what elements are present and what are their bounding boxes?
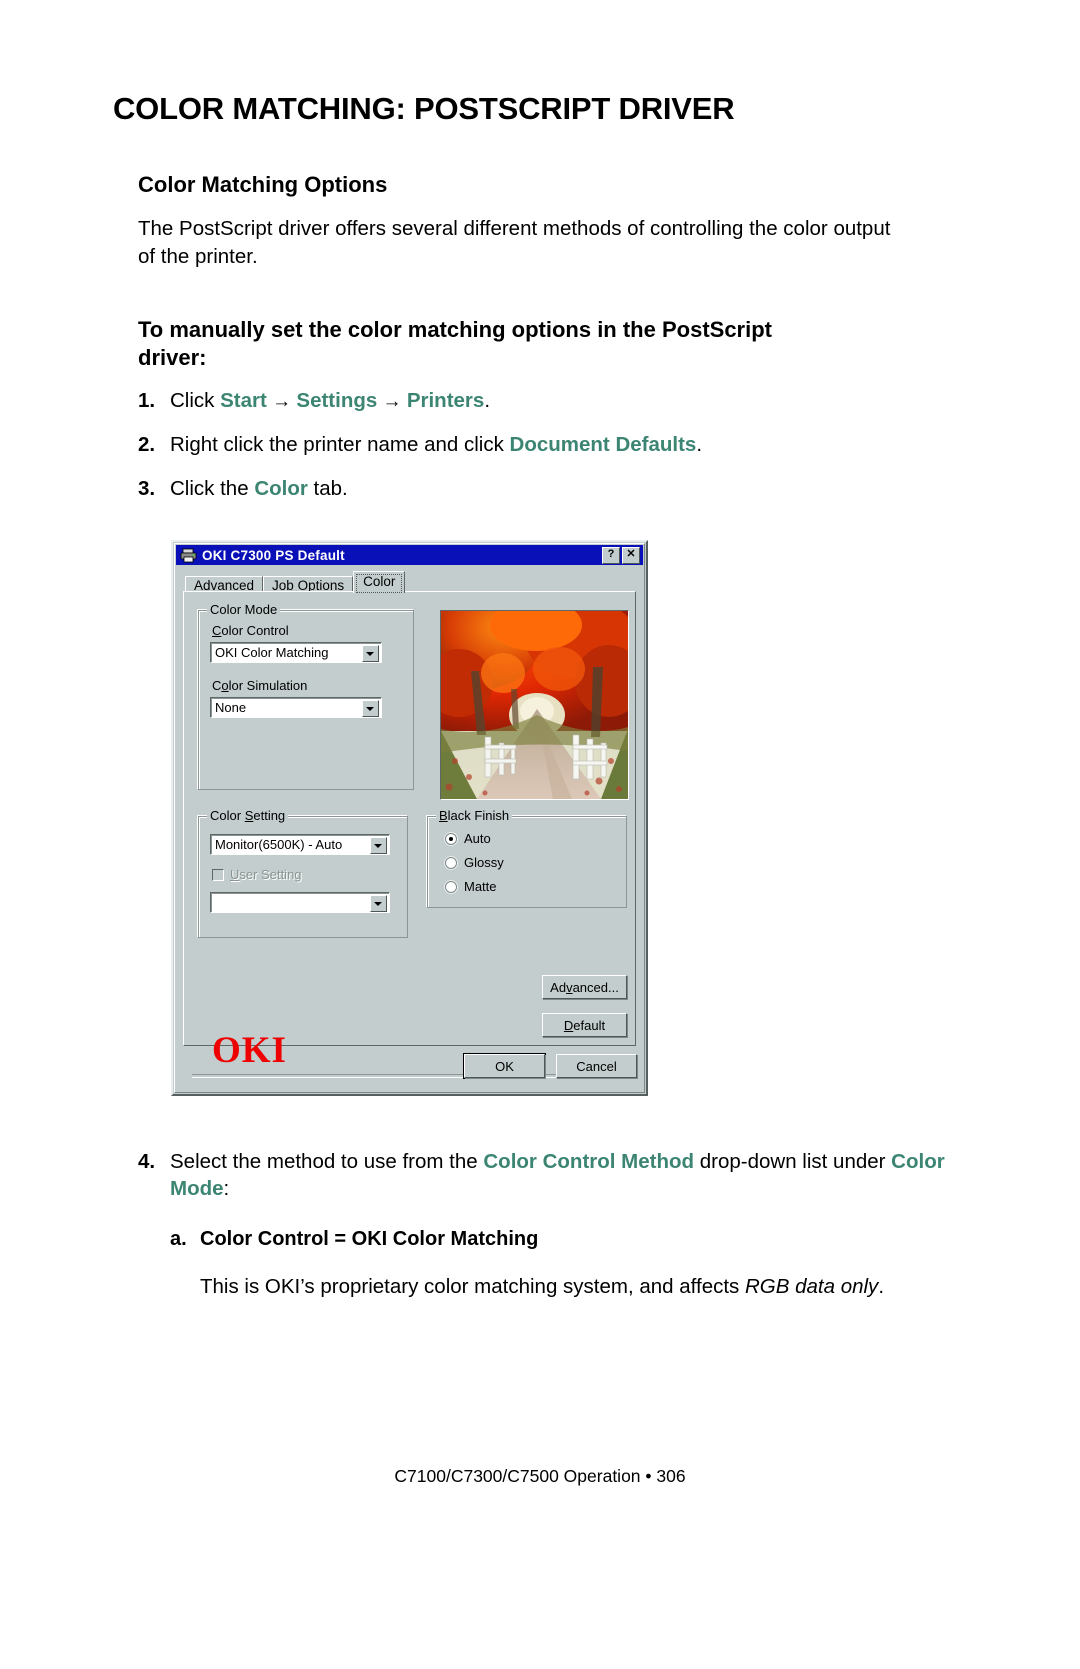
substep-a: a. Color Control = OKI Color Matching <box>170 1228 993 1251</box>
paragraph-fragment: . <box>878 1274 885 1298</box>
step-text-fragment: tab. <box>307 476 348 500</box>
procedure-heading: To manually set the color matching optio… <box>138 316 772 371</box>
color-setting-dropdown[interactable]: Monitor(6500K) - Auto <box>210 834 390 855</box>
step-text-fragment: Select the method to use from the <box>170 1150 484 1173</box>
step-number: 2. <box>138 432 156 456</box>
step-accent-settings: Settings <box>296 389 378 413</box>
step-text: Click the Color tab. <box>170 477 348 500</box>
step-text-fragment: . <box>484 389 491 413</box>
radio-label: Glossy <box>464 855 504 870</box>
color-mode-legend: Color Mode <box>207 602 281 617</box>
preview-artwork <box>441 611 628 799</box>
user-setting-checkbox[interactable]: User Setting <box>212 867 302 882</box>
chevron-down-icon[interactable] <box>370 837 387 854</box>
user-setting-dropdown[interactable] <box>210 892 390 913</box>
color-setting-group: Color Setting Monitor(6500K) - Auto User… <box>198 808 408 938</box>
step-accent-start: Start <box>220 389 267 413</box>
chevron-down-icon[interactable] <box>362 700 379 717</box>
step-accent-document-defaults: Document Defaults <box>509 432 697 456</box>
step-accent-printers: Printers <box>406 389 485 413</box>
step-accent-color: Color <box>254 476 308 500</box>
radio-black-finish-glossy[interactable]: Glossy <box>445 855 504 870</box>
ok-button-label: OK <box>495 1058 514 1074</box>
dialog-titlebar[interactable]: OKI C7300 PS Default ? ✕ <box>176 545 643 565</box>
color-tab-page: Color Mode CColor Contrololor Control OK… <box>183 591 636 1078</box>
step-text: Right click the printer name and click D… <box>170 433 702 456</box>
chevron-down-icon[interactable] <box>370 895 387 912</box>
color-control-value: OKI Color Matching <box>215 645 329 660</box>
procedure-step-list: 1. Click Start → Settings → Printers. 2.… <box>113 388 973 502</box>
dialog-tabstrip: Advanced Job Options Color <box>185 571 406 595</box>
substep-letter: a. <box>170 1227 187 1250</box>
intro-paragraph: The PostScript driver offers several dif… <box>138 217 891 268</box>
color-setting-value: Monitor(6500K) - Auto <box>215 837 343 852</box>
advanced-button-label: Advanced... <box>550 979 619 995</box>
list-item: 2. Right click the printer name and clic… <box>138 432 973 459</box>
step-text: Select the method to use from the Color … <box>170 1150 945 1200</box>
list-item: 3. Click the Color tab. <box>138 476 973 503</box>
radio-circle[interactable] <box>445 832 457 845</box>
radio-black-finish-auto[interactable]: Auto <box>445 831 491 846</box>
focus-ring <box>356 574 403 593</box>
color-control-dropdown[interactable]: OKI Color Matching <box>210 642 382 663</box>
step-accent-color-control-method: Color Control Method <box>483 1150 695 1173</box>
page-title: COLOR MATCHING: POSTSCRIPT DRIVER <box>113 91 735 126</box>
document-body: COLOR MATCHING: POSTSCRIPT DRIVER Color … <box>113 91 973 519</box>
arrow-icon: → <box>377 391 407 413</box>
step-text-fragment: Click the <box>170 476 255 500</box>
step-text-fragment: : <box>223 1177 230 1201</box>
dialog-title: OKI C7300 PS Default <box>202 547 345 563</box>
step-text-fragment: . <box>696 432 703 456</box>
step-text: Click Start → Settings → Printers. <box>170 389 490 412</box>
close-icon[interactable]: ✕ <box>622 546 640 564</box>
step-text-fragment: drop-down list under <box>694 1150 892 1173</box>
section-heading: Color Matching Options <box>138 172 388 198</box>
step-text-fragment: Click <box>170 389 221 413</box>
list-item: 1. Click Start → Settings → Printers. <box>138 388 973 415</box>
radio-black-finish-matte[interactable]: Matte <box>445 879 497 894</box>
chevron-down-icon[interactable] <box>362 645 379 662</box>
cancel-button-label: Cancel <box>576 1058 617 1074</box>
help-button[interactable]: ? <box>602 546 620 564</box>
titlebar-buttons: ? ✕ <box>602 546 640 564</box>
oki-logo: OKI <box>212 1030 287 1071</box>
substep-label: Color Control = OKI Color Matching <box>200 1227 539 1250</box>
step-number: 3. <box>138 476 156 500</box>
printer-properties-dialog: OKI C7300 PS Default ? ✕ Advanced Job Op… <box>171 540 648 1096</box>
paragraph-emphasis: RGB data only <box>744 1274 879 1298</box>
paragraph-fragment: This is OKI’s proprietary color matching… <box>200 1274 745 1298</box>
color-mode-group: Color Mode CColor Contrololor Control OK… <box>198 602 414 790</box>
black-finish-group: Black Finish Auto Glossy Matte <box>427 808 627 908</box>
substep-a-paragraph: This is OKI’s proprietary color matching… <box>200 1273 920 1300</box>
page-footer: C7100/C7300/C7500 Operation • 306 <box>394 1466 686 1486</box>
color-setting-legend: Color Setting <box>207 808 289 823</box>
color-control-label: CColor Contrololor Control <box>212 623 289 638</box>
color-simulation-dropdown[interactable]: None <box>210 697 382 718</box>
default-button-label: Default <box>563 1017 606 1033</box>
advanced-button[interactable]: Advanced... <box>542 975 627 999</box>
color-simulation-value: None <box>215 700 247 715</box>
radio-label: Auto <box>464 831 491 846</box>
default-button[interactable]: Default <box>542 1013 627 1037</box>
document-page: COLOR MATCHING: POSTSCRIPT DRIVER Color … <box>0 0 1080 1669</box>
document-body-continued: 4. Select the method to use from the Col… <box>113 1148 993 1300</box>
step-number: 1. <box>138 389 156 413</box>
list-item: 4. Select the method to use from the Col… <box>138 1148 960 1203</box>
printer-icon <box>180 548 197 563</box>
print-preview-image <box>440 610 629 800</box>
cancel-button[interactable]: Cancel <box>556 1054 637 1078</box>
ok-button[interactable]: OK <box>464 1054 545 1078</box>
tab-color[interactable]: Color <box>353 571 406 593</box>
black-finish-legend: Black Finish <box>436 808 513 823</box>
user-setting-label: User Setting <box>230 867 302 882</box>
radio-circle[interactable] <box>445 856 457 869</box>
checkbox-box[interactable] <box>212 868 224 881</box>
arrow-icon: → <box>266 391 297 413</box>
step-text-fragment: Right click the printer name and click <box>170 432 510 456</box>
radio-circle[interactable] <box>445 880 457 893</box>
color-simulation-label: Color Simulation <box>212 678 308 693</box>
radio-label: Matte <box>464 879 497 894</box>
step-number: 4. <box>138 1150 156 1173</box>
